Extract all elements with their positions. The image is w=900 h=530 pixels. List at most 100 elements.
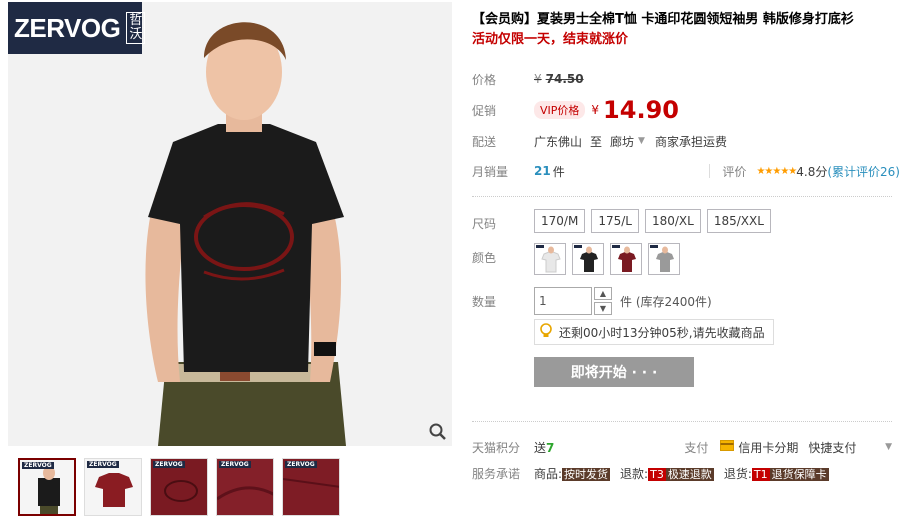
color-option-gray[interactable] xyxy=(648,243,680,275)
service-badge-code: T1 xyxy=(751,467,770,481)
service-badge[interactable]: 极速退款 xyxy=(665,467,714,481)
thumb-hem-detail[interactable]: ZERVOG xyxy=(282,458,340,516)
points-prefix: 送 xyxy=(534,440,547,455)
divider xyxy=(472,421,892,422)
review-count-link[interactable]: (累计评价26) xyxy=(827,163,900,180)
star-rating-icon: ★★★★★ xyxy=(756,165,797,177)
quantity-row: 数量 ▲ ▼ 件 (库存2400件) xyxy=(472,287,900,315)
thumbnail-strip: ZERVOG ZERVOG ZERVOG ZERVOG ZERVOG xyxy=(8,458,452,516)
service-label: 服务承诺 xyxy=(472,466,521,481)
thumb-print-detail[interactable]: ZERVOG xyxy=(150,458,208,516)
divider xyxy=(709,164,711,178)
lightbulb-icon xyxy=(539,322,553,342)
product-title: 【会员购】夏装男士全棉T恤 卡通印花圆领短袖男 韩版修身打底衫 xyxy=(472,12,854,27)
ship-to-word: 至 xyxy=(590,134,603,149)
product-gallery: ZERVOG 哲沃 ZERVOG ZERVOG ZERVOG ZERVOG ZE… xyxy=(8,2,452,516)
shipping-label: 配送 xyxy=(472,134,497,149)
size-option[interactable]: 185/XXL xyxy=(706,209,771,233)
service-item: 退款: T3 极速退款 xyxy=(620,465,714,482)
currency-symbol: ¥ xyxy=(534,72,542,86)
service-item: 退货: T1 退货保障卡 xyxy=(724,465,829,482)
service-prefix: 退货: xyxy=(723,466,752,481)
express-pay-option[interactable]: 快捷支付 xyxy=(808,439,856,456)
thumb-fabric-detail[interactable]: ZERVOG xyxy=(216,458,274,516)
main-product-image[interactable]: ZERVOG 哲沃 xyxy=(8,2,452,446)
thumb-logo: ZERVOG xyxy=(153,461,185,468)
size-option[interactable]: 180/XL xyxy=(644,209,701,233)
payment-label: 支付 xyxy=(684,440,709,455)
mini-logo xyxy=(612,245,620,248)
model-photo xyxy=(8,2,452,446)
thumb-front-model[interactable]: ZERVOG xyxy=(18,458,76,516)
points-payment-row: 天猫积分 送7 支付 信用卡分期 快捷支付 ▼ xyxy=(472,434,900,460)
quantity-buttons: ▲ ▼ xyxy=(594,287,612,315)
points-number: 7 xyxy=(546,440,555,455)
brand-logo: ZERVOG 哲沃 xyxy=(8,2,146,54)
promo-row: 促销 VIP价格 ¥ 14.90 xyxy=(472,94,900,126)
credit-card-icon xyxy=(720,440,735,454)
thumb-logo: ZERVOG xyxy=(87,461,119,468)
mini-logo xyxy=(574,245,582,248)
rating-score: 4.8分 xyxy=(796,164,828,179)
thumb-logo: ZERVOG xyxy=(22,462,54,469)
service-prefix: 退款: xyxy=(620,466,649,481)
color-option-black[interactable] xyxy=(572,243,604,275)
promo-label: 促销 xyxy=(472,103,497,118)
shipping-fee-note: 商家承担运费 xyxy=(654,134,727,149)
countdown-tip: 还剩00小时13分钟05秒,请先收藏商品 xyxy=(534,319,774,345)
service-row: 服务承诺 商品: 按时发货 退款: T3 极速退款 退货: T1 退货保障卡 xyxy=(472,460,900,486)
ship-to-city[interactable]: 廊坊 xyxy=(610,133,634,150)
sales-label: 月销量 xyxy=(472,164,509,179)
size-option[interactable]: 175/L xyxy=(591,209,639,233)
product-details: 【会员购】夏装男士全棉T恤 卡通印花圆领短袖男 韩版修身打底衫 活动仅限一天，结… xyxy=(472,10,900,486)
divider xyxy=(472,196,892,197)
color-option-white[interactable] xyxy=(534,243,566,275)
original-price-value: 74.50 xyxy=(545,72,584,86)
chevron-up-icon[interactable]: ▲ xyxy=(594,287,612,300)
credit-installment-option[interactable]: 信用卡分期 xyxy=(738,439,798,456)
chevron-down-icon[interactable]: ▼ xyxy=(638,136,645,146)
color-options xyxy=(534,243,680,275)
zoom-icon[interactable] xyxy=(428,422,448,442)
service-badge-code: T3 xyxy=(648,467,666,481)
thumb-logo: ZERVOG xyxy=(219,461,251,468)
shipping-row: 配送 广东佛山 至 廊坊 ▼ 商家承担运费 xyxy=(472,126,900,156)
quantity-stepper: ▲ ▼ 件 (库存2400件) xyxy=(534,287,712,315)
service-badge[interactable]: 按时发货 xyxy=(562,467,611,481)
service-item: 商品: 按时发货 xyxy=(534,465,611,482)
size-label: 尺码 xyxy=(472,217,497,231)
stock-text: 件 (库存2400件) xyxy=(620,294,712,309)
quantity-label: 数量 xyxy=(472,295,497,309)
mini-logo xyxy=(650,245,658,248)
brand-logo-cn: 哲沃 xyxy=(126,12,146,44)
color-row: 颜色 xyxy=(472,243,900,275)
monthly-sales-count: 21 xyxy=(534,164,551,178)
service-prefix: 商品: xyxy=(534,466,563,481)
chevron-down-icon[interactable]: ▼ xyxy=(885,442,892,452)
price-label: 价格 xyxy=(472,72,497,87)
thumb-logo: ZERVOG xyxy=(285,461,317,468)
original-price: ¥74.50 xyxy=(534,72,584,86)
mini-logo xyxy=(536,245,544,248)
currency-symbol: ¥ xyxy=(591,103,600,117)
sales-unit: 件 xyxy=(552,164,565,179)
size-options: 170/M 175/L 180/XL 185/XXL xyxy=(534,209,771,233)
vip-price-tag: VIP价格 xyxy=(534,101,586,119)
coming-soon-button[interactable]: 即将开始 · · · xyxy=(534,357,694,387)
thumb-shirt-flat[interactable]: ZERVOG xyxy=(84,458,142,516)
sale-price: 14.90 xyxy=(603,96,679,124)
size-row: 尺码 170/M 175/L 180/XL 185/XXL xyxy=(472,209,900,233)
quantity-input[interactable] xyxy=(534,287,592,315)
size-option[interactable]: 170/M xyxy=(534,209,586,233)
product-subtitle: 活动仅限一天，结束就涨价 xyxy=(472,32,629,47)
service-badge[interactable]: 退货保障卡 xyxy=(769,467,829,481)
points-value: 送7 xyxy=(534,439,554,456)
ship-from: 广东佛山 xyxy=(534,134,583,149)
color-option-burgundy[interactable] xyxy=(610,243,642,275)
points-label: 天猫积分 xyxy=(472,440,521,455)
brand-logo-text: ZERVOG xyxy=(14,12,121,43)
countdown-text: 还剩00小时13分钟05秒,请先收藏商品 xyxy=(559,325,765,340)
chevron-down-icon[interactable]: ▼ xyxy=(594,302,612,315)
sales-row: 月销量 21 件 评价 ★★★★★ 4.8分 (累计评价26) xyxy=(472,156,900,186)
color-label: 颜色 xyxy=(472,251,497,265)
